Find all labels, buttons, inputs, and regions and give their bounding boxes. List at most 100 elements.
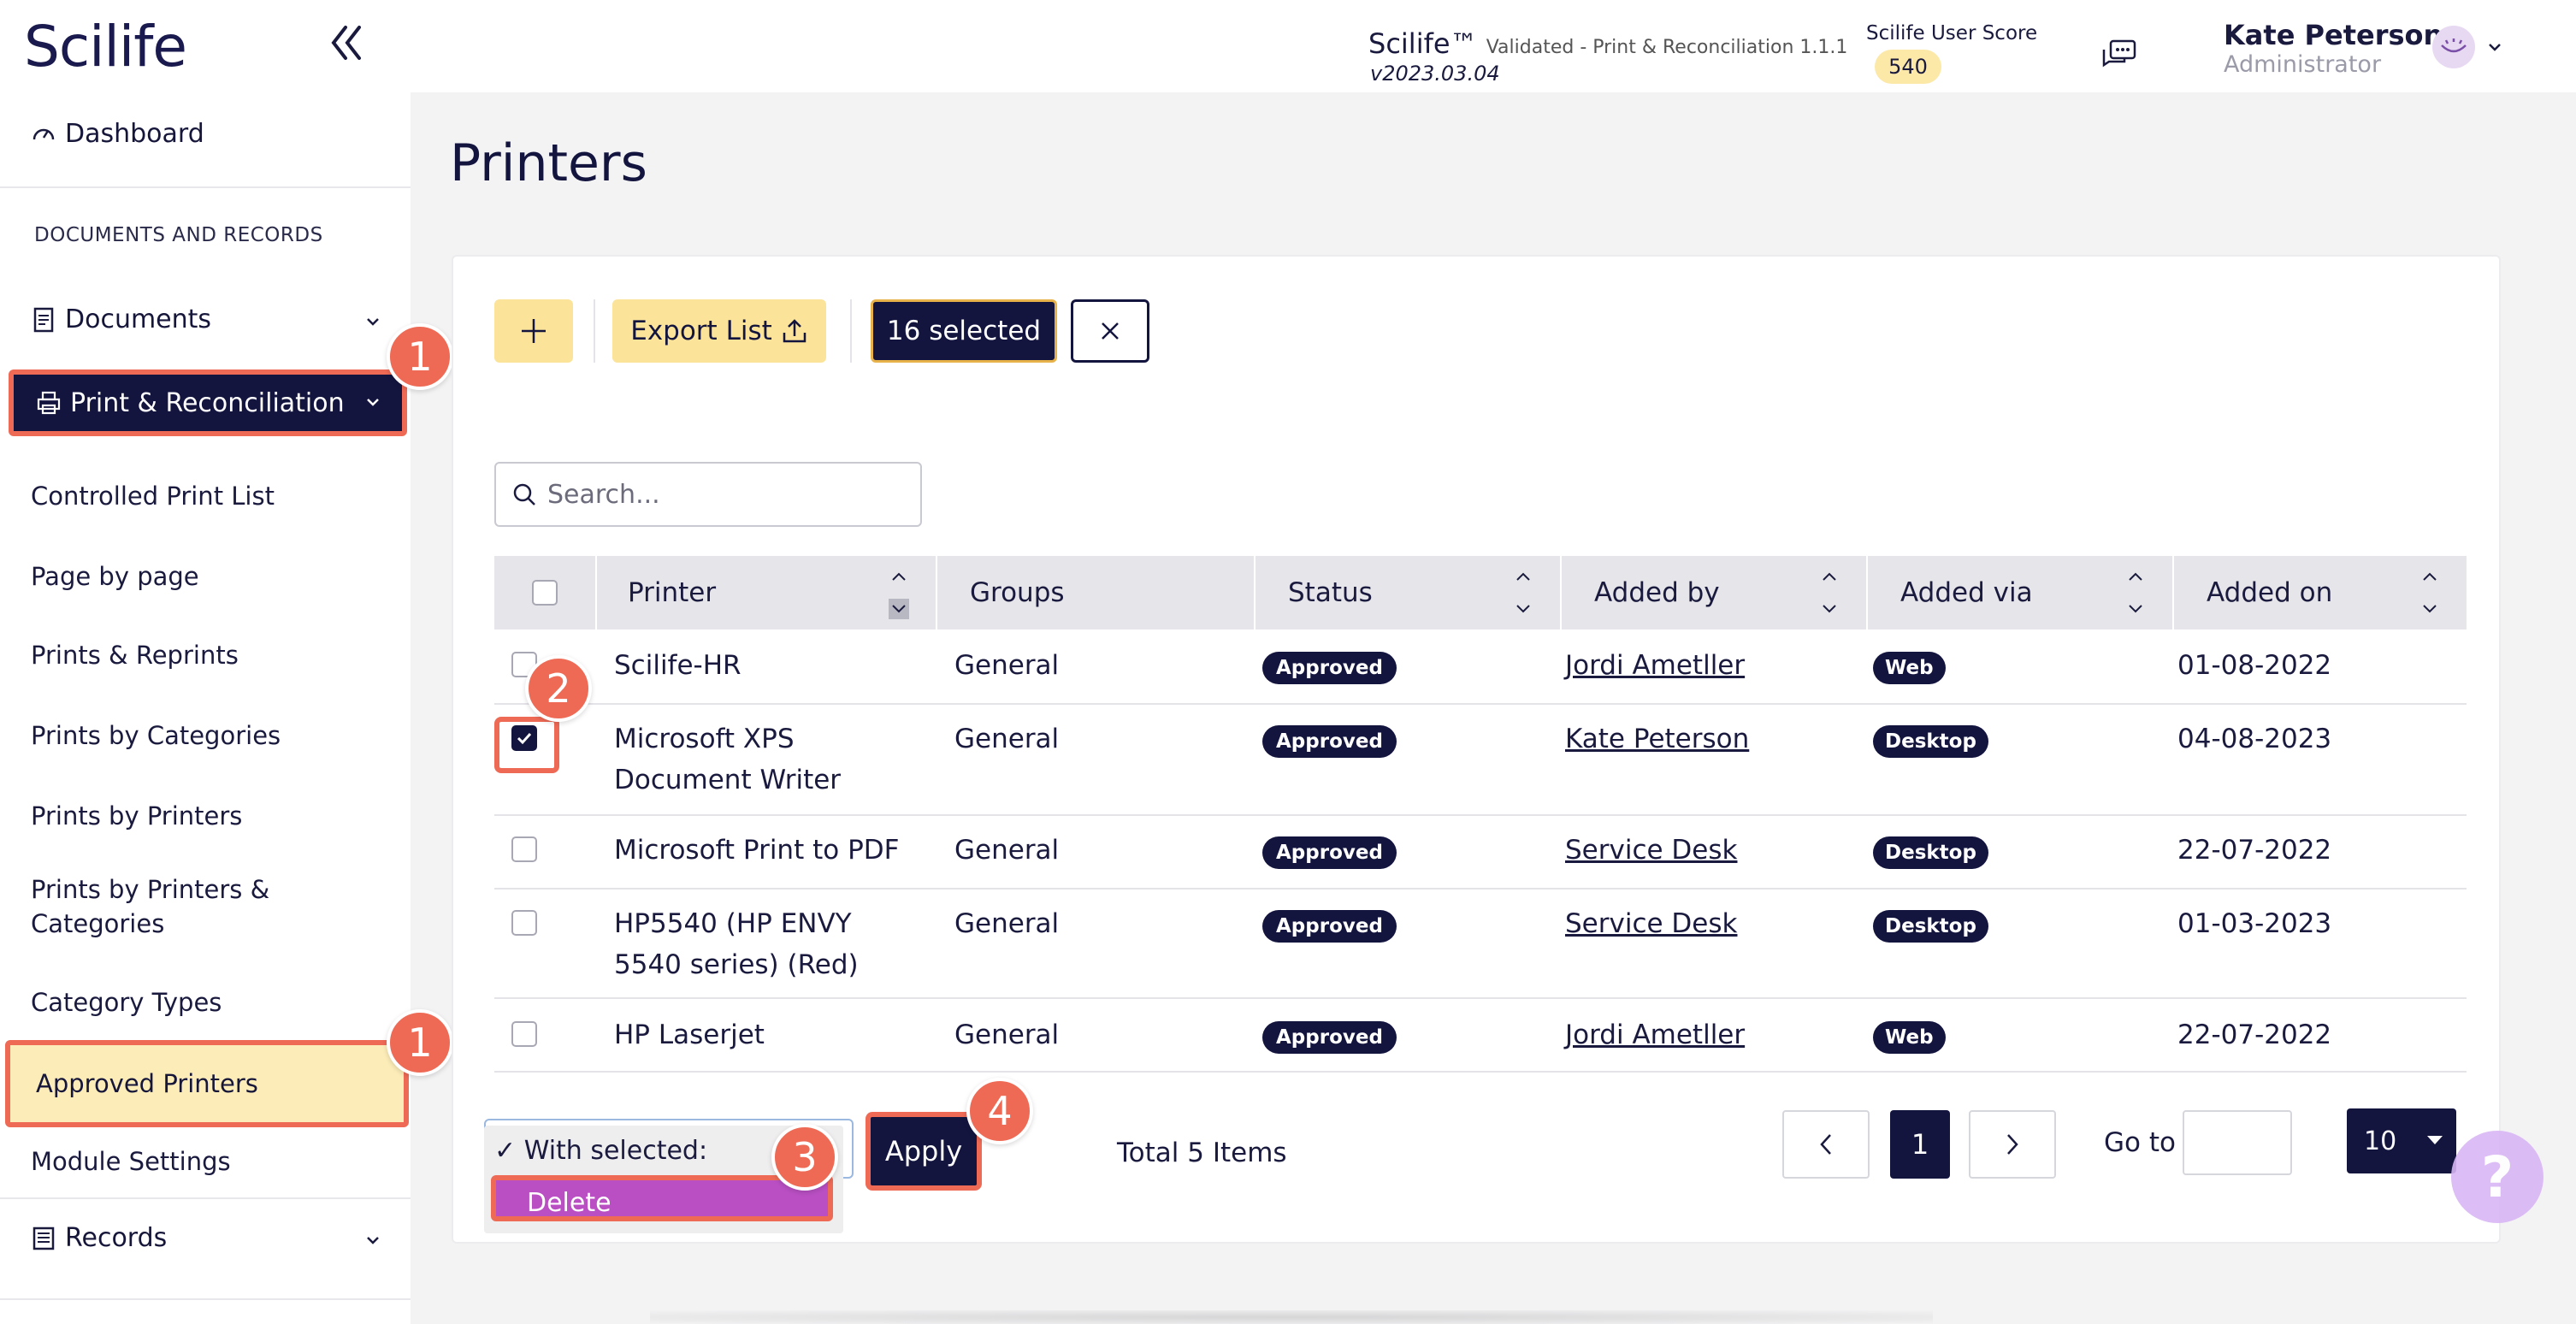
sidebar-item-label: Documents <box>65 304 212 334</box>
printer-icon <box>37 391 61 415</box>
added-by-link[interactable]: Kate Peterson <box>1565 718 1749 760</box>
select-all-checkbox[interactable] <box>532 580 558 606</box>
added-by-link[interactable]: Service Desk <box>1565 830 1737 871</box>
sidebar-item-module-settings[interactable]: Module Settings <box>31 1144 231 1179</box>
eye-icon <box>2441 38 2467 53</box>
added-by-link[interactable]: Service Desk <box>1565 903 1737 944</box>
scilife-logo[interactable]: Scilife <box>24 14 187 80</box>
printer-name: HP Laserjet <box>614 1020 765 1050</box>
search-input[interactable] <box>547 479 907 510</box>
product-name: Scilife™ Validated - Print & Reconciliat… <box>1368 27 1847 60</box>
sidebar-item-label: Dashboard <box>65 118 204 149</box>
chevron-left-icon <box>1820 1134 1831 1155</box>
export-list-button[interactable]: Export List <box>612 299 826 363</box>
sidebar: Scilife Dashboard DOCUMENTS AND RECORDS … <box>0 0 411 1324</box>
added-on-date: 22-07-2022 <box>2177 835 2332 866</box>
column-header-added-on[interactable]: Added on <box>2174 556 2467 629</box>
records-icon <box>32 1226 55 1250</box>
added-via-badge: Desktop <box>1873 836 1988 869</box>
step-marker: 2 <box>525 655 592 722</box>
add-printer-button[interactable] <box>494 299 573 363</box>
printer-name: Microsoft Print to PDF <box>614 835 900 866</box>
added-on-date: 04-08-2023 <box>2177 724 2332 754</box>
close-icon <box>1102 322 1119 340</box>
prev-page-button[interactable] <box>1782 1110 1870 1179</box>
user-name[interactable]: Kate Peterson <box>2224 19 2443 51</box>
column-header-added-via[interactable]: Added via <box>1868 556 2174 629</box>
divider <box>0 1298 411 1300</box>
sidebar-item-approved-printers[interactable]: Approved Printers <box>5 1040 409 1127</box>
added-on-date: 01-03-2023 <box>2177 908 2332 939</box>
chevron-right-icon <box>2007 1134 2018 1155</box>
column-header-status[interactable]: Status <box>1256 556 1562 629</box>
status-badge: Approved <box>1262 836 1397 869</box>
avatar[interactable] <box>2432 26 2475 68</box>
selected-count-button[interactable]: 16 selected <box>871 299 1057 363</box>
sidebar-item-prints-by-printers-categories[interactable]: Prints by Printers & Categories <box>31 872 304 941</box>
clear-selection-button[interactable] <box>1071 299 1149 363</box>
product-title: Scilife™ <box>1368 27 1478 60</box>
group-name: General <box>954 908 1060 939</box>
chat-icon[interactable] <box>2100 38 2138 77</box>
chevron-down-icon[interactable] <box>2485 38 2504 56</box>
sidebar-item-label: Records <box>65 1223 168 1253</box>
goto-page-input[interactable] <box>2183 1110 2292 1175</box>
status-badge: Approved <box>1262 910 1397 943</box>
row-divider <box>494 814 2467 816</box>
help-button[interactable]: ? <box>2451 1131 2544 1223</box>
goto-label: Go to <box>2104 1127 2176 1158</box>
sidebar-item-controlled-print-list[interactable]: Controlled Print List <box>31 479 275 513</box>
sidebar-item-prints-by-categories[interactable]: Prints by Categories <box>31 718 281 753</box>
step-marker: 1 <box>387 1009 453 1076</box>
row-checkbox[interactable] <box>511 836 537 862</box>
page-title: Printers <box>450 133 647 193</box>
column-header-printer[interactable]: Printer <box>597 556 937 629</box>
sort-icon[interactable] <box>1512 563 1534 623</box>
row-divider <box>494 888 2467 890</box>
added-by-link[interactable]: Jordi Ametller <box>1565 1014 1745 1055</box>
sort-icon[interactable] <box>1818 563 1840 623</box>
toolbar-divider <box>850 299 852 363</box>
gauge-icon <box>32 128 55 140</box>
sort-icon[interactable] <box>2124 563 2147 623</box>
added-via-badge: Desktop <box>1873 910 1988 943</box>
next-page-button[interactable] <box>1969 1110 2056 1179</box>
sidebar-item-prints-by-printers[interactable]: Prints by Printers <box>31 799 242 833</box>
sort-icon[interactable] <box>888 563 910 623</box>
added-on-date: 01-08-2022 <box>2177 650 2332 681</box>
sidebar-item-category-types[interactable]: Category Types <box>31 985 222 1020</box>
column-header-added-by[interactable]: Added by <box>1562 556 1868 629</box>
printer-name: Microsoft XPS Document Writer <box>614 724 842 795</box>
page-size-value: 10 <box>2364 1126 2397 1156</box>
sidebar-item-prints-reprints[interactable]: Prints & Reprints <box>31 638 239 672</box>
sidebar-item-page-by-page[interactable]: Page by page <box>31 559 199 594</box>
sidebar-item-dashboard[interactable]: Dashboard <box>31 113 204 154</box>
header-select-all <box>494 556 597 629</box>
collapse-sidebar-icon[interactable] <box>327 19 368 67</box>
sidebar-item-documents[interactable]: Documents <box>31 304 379 334</box>
sidebar-item-print-reconciliation[interactable]: Print & Reconciliation <box>9 369 407 436</box>
status-badge: Approved <box>1262 725 1397 758</box>
caret-down-icon <box>2427 1136 2443 1144</box>
sidebar-item-records[interactable]: Records <box>31 1223 379 1253</box>
bottom-shadow <box>650 1310 1933 1324</box>
bulk-option-delete[interactable]: Delete <box>491 1175 833 1221</box>
upload-icon <box>783 319 806 343</box>
user-role: Administrator <box>2224 51 2382 78</box>
check-icon: ✓ <box>494 1136 524 1166</box>
top-header: Scilife™ Validated - Print & Reconciliat… <box>411 0 2576 92</box>
user-score-badge[interactable]: 540 <box>1875 50 1941 84</box>
sort-icon[interactable] <box>2419 563 2441 623</box>
row-checkbox[interactable] <box>511 725 537 751</box>
page-size-select[interactable]: 10 <box>2347 1108 2456 1173</box>
page-number-current[interactable]: 1 <box>1890 1110 1950 1179</box>
search-icon <box>513 483 535 505</box>
added-by-link[interactable]: Jordi Ametller <box>1565 645 1745 686</box>
row-checkbox[interactable] <box>511 910 537 936</box>
bulk-option-with-selected[interactable]: ✓ With selected: <box>494 1136 707 1166</box>
row-checkbox[interactable] <box>511 1021 537 1047</box>
apply-button[interactable]: Apply <box>866 1112 982 1191</box>
search-field[interactable] <box>494 462 922 527</box>
version-label: v2023.03.04 <box>1370 62 1500 86</box>
printer-name: HP5540 (HP ENVY 5540 series) (Red) <box>614 908 859 980</box>
